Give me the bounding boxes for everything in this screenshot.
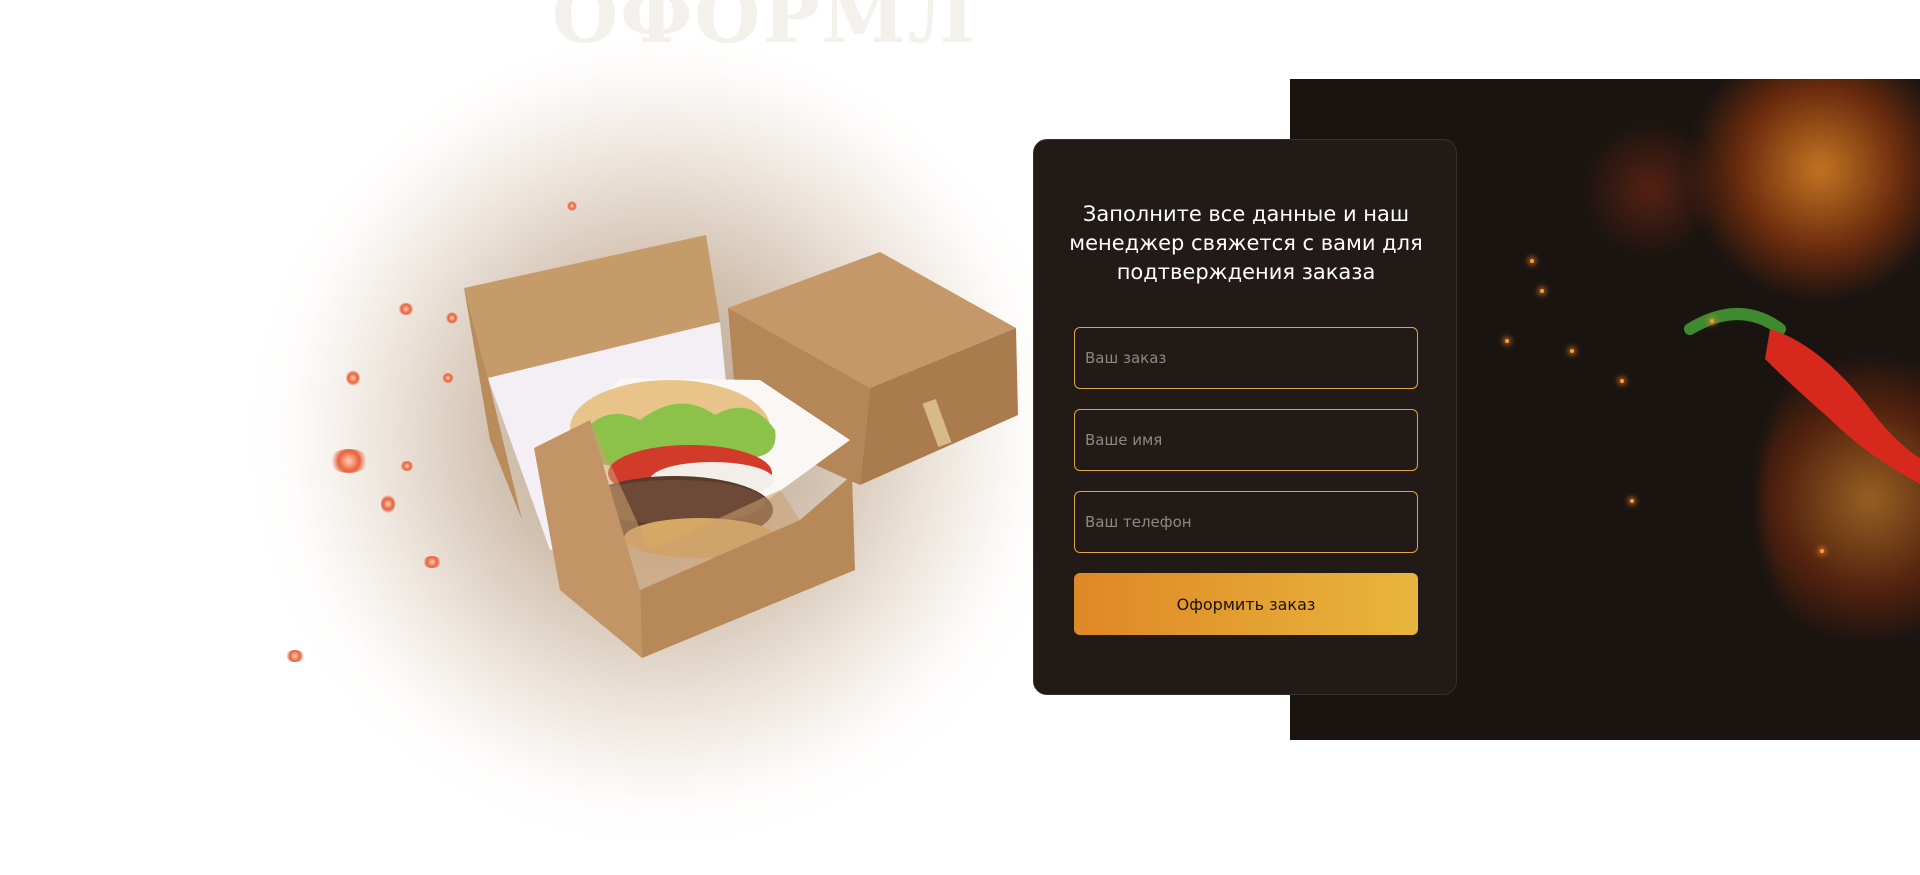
burger-box-image bbox=[464, 235, 1018, 658]
order-input[interactable] bbox=[1074, 327, 1418, 389]
chili-pepper-icon bbox=[1684, 308, 1920, 484]
order-section: ОФОРМЛЕ bbox=[0, 0, 1920, 875]
submit-order-button[interactable]: Оформить заказ bbox=[1074, 573, 1418, 635]
order-form-card: Заполните все данные и наш менеджер свяж… bbox=[1033, 139, 1457, 695]
name-input[interactable] bbox=[1074, 409, 1418, 471]
phone-input[interactable] bbox=[1074, 491, 1418, 553]
form-heading: Заполните все данные и наш менеджер свяж… bbox=[1069, 202, 1423, 284]
